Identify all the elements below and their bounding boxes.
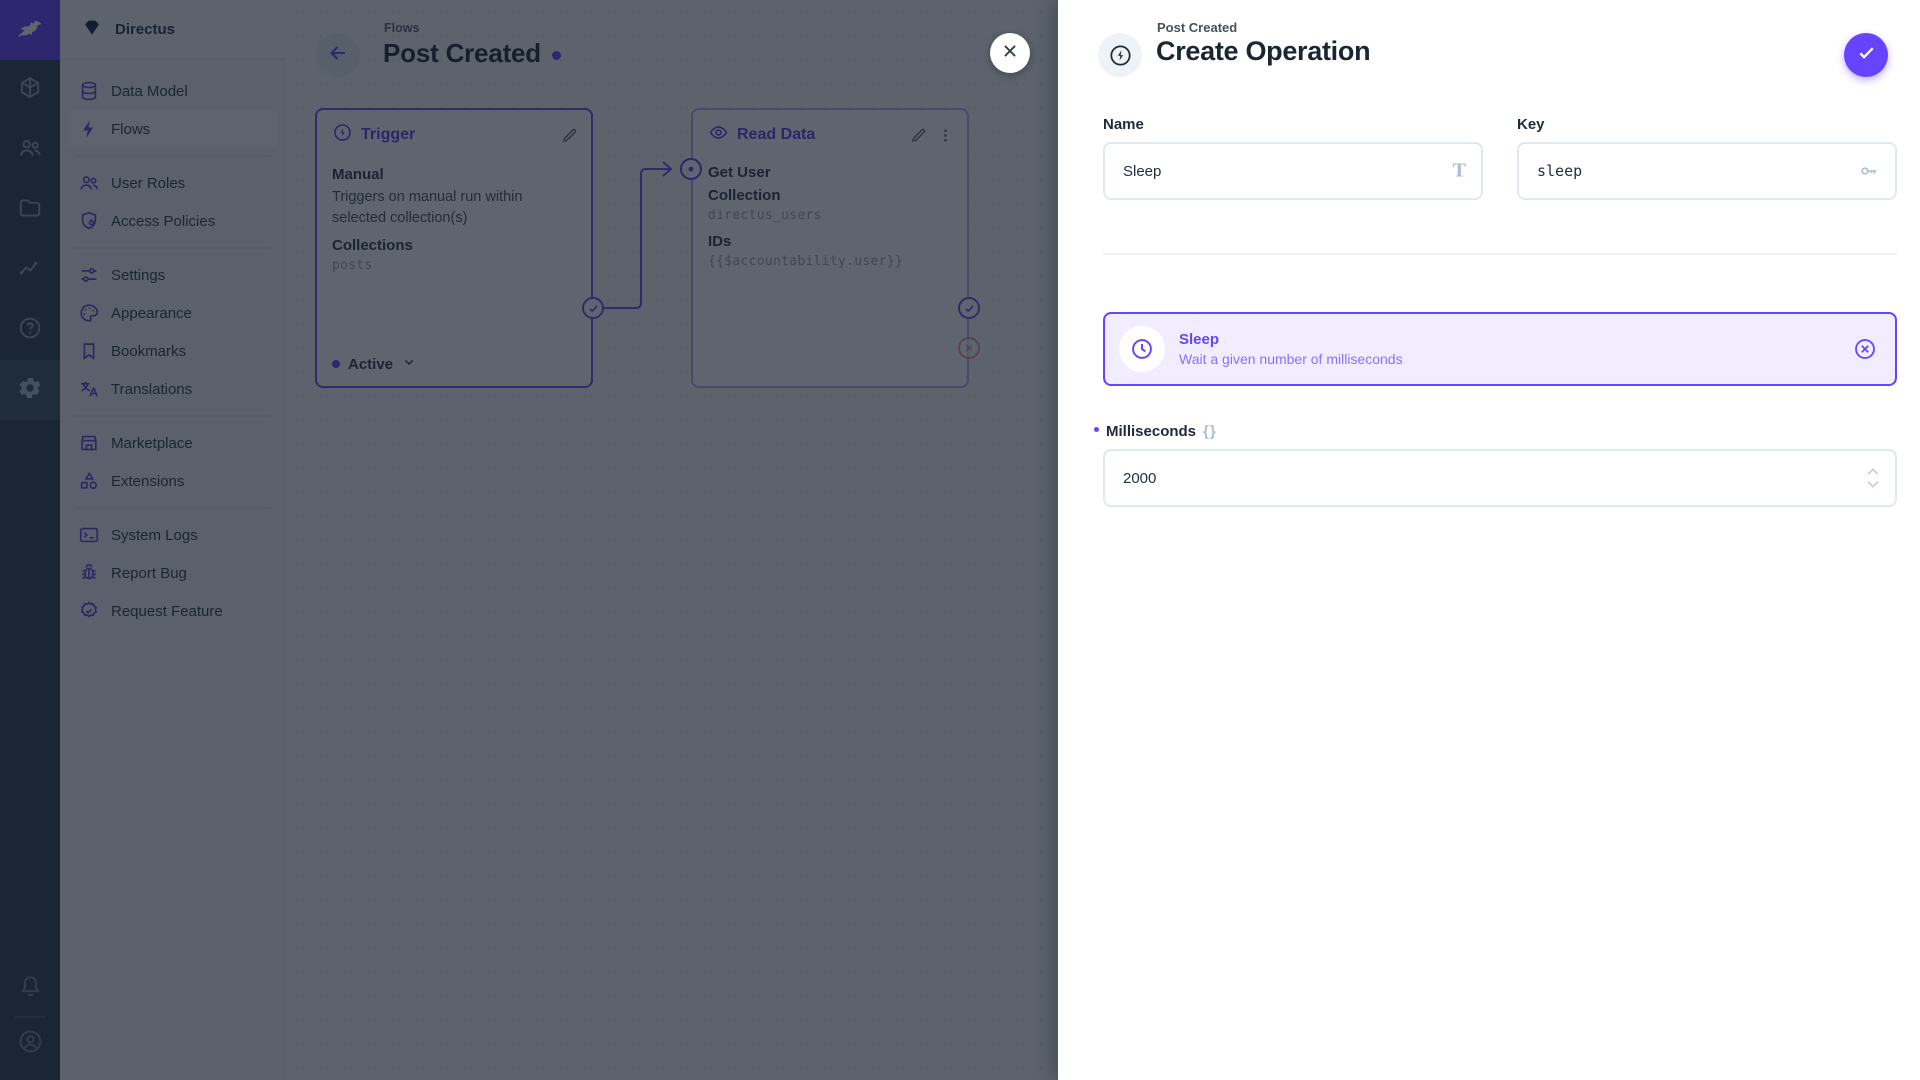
selected-operation-card[interactable]: Sleep Wait a given number of millisecond… bbox=[1103, 312, 1897, 386]
step-down-icon[interactable] bbox=[1866, 480, 1880, 489]
milliseconds-input[interactable]: 2000 bbox=[1103, 449, 1897, 507]
key-field-group: Key sleep bbox=[1517, 116, 1897, 200]
key-input[interactable]: sleep bbox=[1517, 142, 1897, 200]
create-operation-drawer: Post Created Create Operation Name Sleep… bbox=[1058, 0, 1920, 1080]
drawer-breadcrumb: Post Created bbox=[1157, 20, 1238, 35]
milliseconds-field-header: Milliseconds {} bbox=[1094, 423, 1897, 440]
operation-type-description: Wait a given number of milliseconds bbox=[1179, 351, 1403, 367]
form-divider bbox=[1103, 253, 1897, 255]
overlay-backdrop[interactable] bbox=[0, 0, 1058, 1080]
title-formatter-icon[interactable]: T bbox=[1453, 160, 1466, 183]
required-dot bbox=[1094, 427, 1099, 432]
key-field-label: Key bbox=[1517, 116, 1545, 133]
key-input-value: sleep bbox=[1537, 162, 1583, 180]
name-input-value: Sleep bbox=[1123, 162, 1162, 180]
save-button[interactable] bbox=[1844, 33, 1888, 77]
directus-app: Directus Data Model Flows User Roles Acc… bbox=[0, 0, 1920, 1080]
milliseconds-field-label: Milliseconds bbox=[1106, 423, 1197, 440]
number-steppers bbox=[1866, 467, 1880, 489]
name-input[interactable]: Sleep T bbox=[1103, 142, 1483, 200]
raw-value-icon[interactable]: {} bbox=[1203, 423, 1217, 440]
clock-icon bbox=[1119, 326, 1165, 372]
milliseconds-input-value: 2000 bbox=[1123, 469, 1157, 487]
name-field-group: Name Sleep T bbox=[1103, 116, 1483, 200]
check-icon bbox=[1855, 41, 1878, 69]
drawer-form: Name Sleep T Key sleep Sleep Wait a give… bbox=[1058, 92, 1920, 507]
operation-type-name: Sleep bbox=[1179, 331, 1220, 348]
drawer-title: Create Operation bbox=[1156, 36, 1371, 66]
close-icon bbox=[999, 40, 1021, 67]
deselect-operation-icon[interactable] bbox=[1853, 337, 1877, 361]
key-icon bbox=[1858, 160, 1880, 182]
flash-circle-icon bbox=[1098, 33, 1142, 77]
drawer-close-button[interactable] bbox=[990, 33, 1030, 73]
name-field-label: Name bbox=[1103, 116, 1144, 133]
step-up-icon[interactable] bbox=[1866, 467, 1880, 476]
